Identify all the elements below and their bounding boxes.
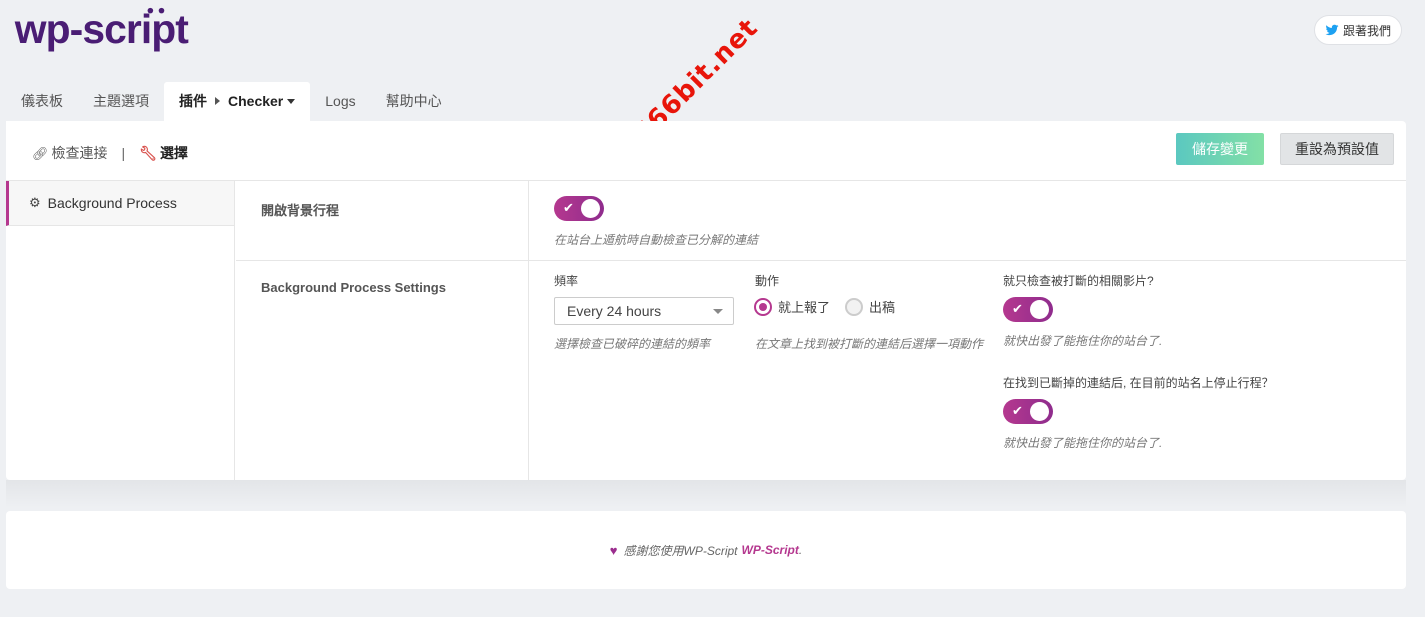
action-help: 在文章上找到被打斷的連結后選擇一項動作 — [755, 337, 984, 351]
tab-theme-options[interactable]: 主題選項 — [78, 82, 164, 121]
panel-shadow — [6, 480, 1406, 508]
action-option-report: 就上報了 — [778, 300, 831, 315]
stop-process-label: 在找到已斷掉的連結后, 在目前的站名上停止行程？ — [1003, 376, 1274, 390]
main-tabs: 儀表板 主題選項 插件 Checker Logs 幫助中心 — [6, 82, 457, 121]
radio-checked-icon — [754, 297, 772, 316]
subnav-options[interactable]: 🔧︎ 選擇 — [139, 143, 188, 163]
footer-suffix: . — [798, 543, 803, 557]
tab-plugins-checker[interactable]: 插件 Checker — [164, 82, 311, 121]
related-only-help: 就快出發了能拖住你的站台了. — [1003, 334, 1163, 348]
tab-plugins-label: 插件 — [179, 93, 207, 109]
action-option-draft: 出稿 — [869, 300, 896, 315]
gear-icon: ⚙︎ — [29, 195, 41, 210]
subnav-separator: | — [121, 145, 126, 161]
toggle-knob — [1030, 402, 1049, 421]
save-changes-button[interactable]: 儲存變更 — [1176, 133, 1264, 165]
action-label: 動作 — [755, 274, 780, 288]
related-only-toggle[interactable]: ✔ — [1003, 297, 1053, 322]
frequency-label: 頻率 — [554, 274, 579, 288]
twitter-follow-label: 跟著我們 — [1342, 23, 1391, 38]
footer-brand-link[interactable]: WP-Script — [742, 543, 799, 557]
tab-dashboard[interactable]: 儀表板 — [6, 82, 78, 121]
tab-checker-label: Checker — [228, 93, 284, 109]
frequency-help: 選擇檢查已破碎的連結的頻率 — [554, 337, 711, 351]
subnav-check-links-label: 檢查連接 — [51, 145, 108, 161]
column-divider — [528, 181, 529, 480]
sidebar-item-background-process[interactable]: ⚙︎ Background Process — [6, 181, 234, 226]
heart-icon: ♥ — [609, 542, 618, 558]
background-process-settings-label: Background Process Settings — [261, 280, 446, 295]
subnav-options-label: 選擇 — [159, 145, 188, 161]
enable-background-process-toggle[interactable]: ✔ — [554, 196, 604, 221]
footer-text: 感謝您使用WP-Script — [623, 543, 738, 558]
check-icon: ✔ — [1012, 301, 1023, 316]
sidebar-item-label: Background Process — [47, 195, 177, 211]
sidebar: ⚙︎ Background Process — [6, 181, 235, 480]
twitter-icon — [1325, 24, 1339, 36]
link-icon: 🔗︎ — [32, 146, 49, 161]
logo-text: wp-script — [14, 6, 190, 52]
footer-panel: ♥ 感謝您使用WP-Script WP-Script . — [6, 511, 1406, 589]
main-panel: 🔗︎ 檢查連接 | 🔧︎ 選擇 儲存變更 重設為預設值 ⚙︎ Background … — [6, 121, 1406, 480]
toggle-knob — [1030, 300, 1049, 319]
caret-down-icon — [287, 99, 296, 104]
twitter-follow-button[interactable]: 跟著我們 — [1314, 15, 1402, 45]
caret-right-icon — [215, 97, 220, 105]
action-radio-report[interactable]: 就上報了 — [754, 297, 830, 316]
tab-logs[interactable]: Logs — [310, 82, 370, 121]
logo-ear-left — [147, 7, 154, 14]
check-icon: ✔ — [1012, 403, 1023, 418]
radio-unchecked-icon — [845, 297, 863, 316]
chevron-down-icon — [713, 309, 723, 314]
reset-defaults-button[interactable]: 重設為預設值 — [1280, 133, 1394, 165]
stop-process-help: 就快出發了能拖住你的站台了. — [1003, 436, 1163, 450]
subnav-check-links[interactable]: 🔗︎ 檢查連接 — [32, 143, 108, 163]
toggle-knob — [581, 199, 600, 218]
frequency-select[interactable]: Every 24 hours — [554, 297, 734, 325]
stop-process-toggle[interactable]: ✔ — [1003, 399, 1053, 424]
wp-script-logo[interactable]: wp-script — [8, 6, 198, 58]
enable-background-process-label: 開啟背景行程 — [261, 203, 340, 218]
sub-navigation: 🔗︎ 檢查連接 | 🔧︎ 選擇 — [32, 143, 188, 163]
check-icon: ✔ — [563, 200, 574, 215]
tab-help-center[interactable]: 幫助中心 — [371, 82, 457, 121]
wrench-icon: 🔧︎ — [139, 145, 157, 161]
frequency-value: Every 24 hours — [567, 303, 662, 319]
related-only-label: 就只檢查被打斷的相關影片? — [1003, 274, 1154, 288]
row-divider — [236, 260, 1406, 261]
action-radio-draft[interactable]: 出稿 — [845, 297, 895, 316]
enable-background-process-help: 在站台上遁航時自動檢查已分解的連結 — [554, 233, 759, 247]
logo-ear-right — [158, 7, 165, 14]
